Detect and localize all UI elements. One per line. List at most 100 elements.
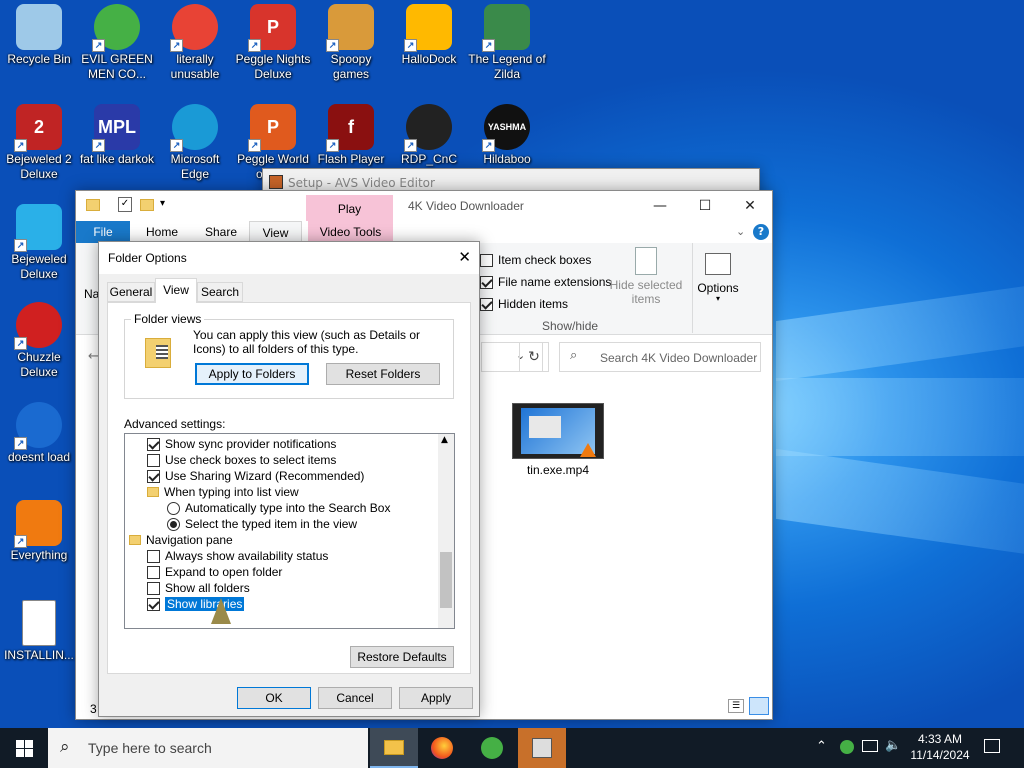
desktop-icon-rdp[interactable]: ↗ RDP_CnC — [390, 104, 468, 167]
desktop-icon-peggle-nights[interactable]: P ↗ Peggle Nights Deluxe — [234, 4, 312, 82]
clock[interactable]: 4:33 AM 11/14/2024 — [906, 731, 974, 765]
desktop-icon-green-men[interactable]: ↗ EVIL GREEN MEN CO... — [78, 4, 156, 82]
item-check-boxes-option[interactable]: Item check boxes — [480, 252, 591, 268]
hidden-items-option[interactable]: Hidden items — [480, 296, 568, 312]
desktop-icon-yashma[interactable]: YASHMA ↗ Hildaboo — [468, 104, 546, 167]
setting-navigation-pane[interactable]: Navigation pane — [129, 532, 233, 548]
taskbar-search-box[interactable]: ⌕ Type here to search — [48, 728, 368, 768]
hidden-items-checkbox[interactable] — [480, 297, 493, 311]
cancel-button[interactable]: Cancel — [318, 687, 392, 709]
restore-defaults-button[interactable]: Restore Defaults — [350, 646, 454, 668]
apply-button[interactable]: Apply — [399, 687, 473, 709]
desktop-icon-bejeweled[interactable]: ↗ Bejeweled Deluxe — [0, 204, 78, 282]
advanced-settings-list[interactable]: Show sync provider notifications Use chec… — [124, 433, 455, 629]
notifications-icon[interactable] — [984, 739, 1000, 753]
refresh-button[interactable]: ↻ — [519, 342, 549, 372]
firefox-taskbar-button[interactable] — [418, 728, 466, 768]
network-icon[interactable] — [862, 740, 878, 752]
peggle-nights-icon: P ↗ — [248, 4, 296, 52]
tab-home[interactable]: Home — [146, 225, 178, 239]
setup-taskbar-button[interactable] — [518, 728, 566, 768]
setting-radio[interactable] — [167, 517, 180, 531]
desktop-icon-shield[interactable]: ↗ HalloDock — [390, 4, 468, 67]
setting-label: Show libraries — [165, 597, 245, 611]
desktop-icon-chuzzle[interactable]: ↗ Chuzzle Deluxe — [0, 302, 78, 380]
file-name-extensions-checkbox[interactable] — [480, 275, 493, 289]
tray-chevron-icon[interactable]: ⌃ — [816, 739, 827, 754]
start-button[interactable] — [0, 728, 48, 768]
tab-file[interactable]: File — [76, 221, 130, 243]
settings-scrollbar[interactable]: ▲ — [438, 434, 454, 628]
green-men-taskbar-button[interactable] — [468, 728, 516, 768]
search-box[interactable]: ⌕ Search 4K Video Downloader — [559, 342, 761, 372]
setting-automatically-type-into-the-search-box[interactable]: Automatically type into the Search Box — [167, 500, 390, 516]
desktop-icon-thunderbird[interactable]: ↗ doesnt load — [0, 402, 78, 465]
options-button[interactable]: Options ▾ — [696, 253, 740, 315]
dialog-titlebar[interactable]: Folder Options ✕ — [99, 242, 479, 274]
setting-checkbox[interactable] — [147, 565, 160, 579]
maximize-button[interactable]: ☐ — [682, 191, 728, 221]
desktop-icon-edge[interactable]: ↗ Microsoft Edge — [156, 104, 234, 182]
desktop-icon-mpl[interactable]: MPL ↗ fat like darkok — [78, 104, 156, 167]
scroll-up-icon[interactable]: ▲ — [441, 435, 448, 445]
large-icons-view-icon[interactable] — [749, 697, 769, 715]
setting-when-typing-into-list-view[interactable]: When typing into list view — [147, 484, 299, 500]
minimize-button[interactable]: — — [637, 191, 683, 221]
reset-folders-button[interactable]: Reset Folders — [326, 363, 440, 385]
setting-show-sync-provider-notifications[interactable]: Show sync provider notifications — [147, 436, 336, 452]
desktop-icon-game-folder[interactable]: ↗ Spoopy games — [312, 4, 390, 82]
setting-checkbox[interactable] — [147, 597, 160, 611]
setting-use-sharing-wizard-recommended[interactable]: Use Sharing Wizard (Recommended) — [147, 468, 364, 484]
scroll-thumb[interactable] — [440, 552, 452, 608]
tab-share[interactable]: Share — [205, 225, 237, 239]
setting-always-show-availability-status[interactable]: Always show availability status — [147, 548, 328, 564]
file-name-extensions-option[interactable]: File name extensions — [480, 274, 611, 290]
tab-view[interactable]: View — [249, 221, 302, 243]
setting-checkbox[interactable] — [147, 549, 160, 563]
desktop-icon-zilda[interactable]: ↗ The Legend of Zilda — [468, 4, 546, 82]
apply-to-folders-button[interactable]: Apply to Folders — [195, 363, 309, 385]
desktop-icon-recycle-bin[interactable]: Recycle Bin — [0, 4, 78, 67]
shortcut-arrow-icon: ↗ — [326, 139, 339, 152]
folder-options-dialog[interactable]: Folder Options ✕ General View Search Fol… — [98, 241, 480, 717]
explorer-titlebar[interactable]: ✓ ▾ Play 4K Video Downloader — ☐ ✕ — [76, 191, 772, 221]
setting-expand-to-open-folder[interactable]: Expand to open folder — [147, 564, 282, 580]
desktop-icon-bejeweled-2[interactable]: 2 ↗ Bejeweled 2 Deluxe — [0, 104, 78, 182]
setting-checkbox[interactable] — [147, 581, 160, 595]
qat-dropdown-icon[interactable]: ▾ — [160, 198, 165, 209]
dialog-close-icon[interactable]: ✕ — [458, 248, 471, 266]
item-check-boxes-checkbox[interactable] — [480, 253, 493, 267]
file-explorer-taskbar-button[interactable] — [370, 728, 418, 768]
tab-general[interactable]: General — [107, 282, 155, 302]
setting-use-check-boxes-to-select-items[interactable]: Use check boxes to select items — [147, 452, 336, 468]
tray-green-men-icon[interactable] — [840, 740, 854, 754]
options-icon — [705, 253, 731, 275]
ok-button[interactable]: OK — [237, 687, 311, 709]
zilda-icon: ↗ — [482, 4, 530, 52]
close-button[interactable]: ✕ — [727, 191, 773, 221]
desktop-icon-text-file[interactable]: INSTALLIN... — [0, 600, 78, 663]
help-icon[interactable]: ? — [753, 224, 769, 240]
desktop-icon-chrome[interactable]: ↗ literally unusable — [156, 4, 234, 82]
new-folder-icon[interactable] — [140, 199, 154, 211]
tab-view[interactable]: View — [155, 278, 197, 303]
setting-checkbox[interactable] — [147, 469, 160, 483]
setting-label: Use Sharing Wizard (Recommended) — [165, 469, 365, 483]
volume-icon[interactable]: 🔈 — [885, 738, 901, 753]
setting-select-the-typed-item-in-the-view[interactable]: Select the typed item in the view — [167, 516, 357, 532]
details-view-icon[interactable]: ☰ — [728, 699, 744, 713]
setting-show-all-folders[interactable]: Show all folders — [147, 580, 250, 596]
setting-checkbox[interactable] — [147, 453, 160, 467]
properties-icon[interactable]: ✓ — [118, 197, 132, 212]
desktop-icon-label: Everything — [10, 548, 68, 562]
setting-radio[interactable] — [167, 501, 180, 515]
desktop-icon-flash[interactable]: f ↗ Flash Player — [312, 104, 390, 167]
desktop-icon-magnifier[interactable]: ↗ Everything — [0, 500, 78, 563]
tab-video-tools[interactable]: Video Tools — [308, 221, 393, 243]
file-item[interactable]: tin.exe.mp4 — [508, 403, 608, 483]
hide-selected-items-button[interactable]: Hide selected items — [608, 247, 684, 309]
tab-search[interactable]: Search — [197, 282, 243, 302]
shield-icon: ↗ — [404, 4, 452, 52]
ribbon-collapse-icon[interactable]: ⌄ — [736, 225, 745, 238]
setting-checkbox[interactable] — [147, 437, 160, 451]
